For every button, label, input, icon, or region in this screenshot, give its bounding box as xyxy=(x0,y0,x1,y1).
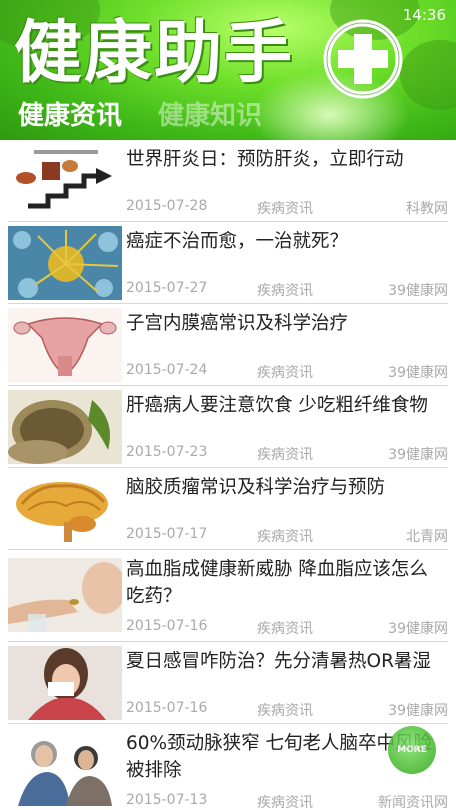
tab-health-news[interactable]: 健康资讯 xyxy=(18,96,122,136)
news-item[interactable]: 夏日感冒咋防治？先分清暑热OR暑湿 2015-07-16 疾病资讯 39健康网 xyxy=(0,642,456,724)
tab-health-knowledge[interactable]: 健康知识 xyxy=(158,96,262,136)
news-category: 疾病资讯 xyxy=(257,703,313,719)
news-date: 2015-07-16 xyxy=(126,618,208,634)
news-category: 疾病资讯 xyxy=(257,795,313,810)
news-thumbnail xyxy=(8,144,122,218)
news-item[interactable]: 肝癌病人要注意饮食 少吃粗纤维食物 2015-07-23 疾病资讯 39健康网 xyxy=(0,386,456,468)
news-category: 疾病资讯 xyxy=(257,201,313,217)
news-title: 脑胶质瘤常识及科学治疗与预防 xyxy=(126,477,386,498)
news-source: 39健康网 xyxy=(388,283,448,299)
status-time: 14:36 xyxy=(402,6,446,24)
news-category: 疾病资讯 xyxy=(257,529,313,545)
tab-bar: 健康资讯 健康知识 xyxy=(0,96,456,140)
news-title: 世界肝炎日：预防肝炎，立即行动 xyxy=(126,149,404,170)
news-source: 39健康网 xyxy=(388,365,448,381)
news-meta: 2015-07-16 疾病资讯 39健康网 xyxy=(126,618,448,638)
news-title: 癌症不治而愈，一治就死？ xyxy=(126,231,349,252)
news-date: 2015-07-27 xyxy=(126,280,208,296)
news-source: 39健康网 xyxy=(388,703,448,719)
news-title: 肝癌病人要注意饮食 少吃粗纤维食物 xyxy=(126,395,428,416)
news-meta: 2015-07-28 疾病资讯 科教网 xyxy=(126,198,448,218)
news-thumbnail xyxy=(8,472,122,546)
news-item[interactable]: 世界肝炎日：预防肝炎，立即行动 2015-07-28 疾病资讯 科教网 xyxy=(0,140,456,222)
news-item[interactable]: 脑胶质瘤常识及科学治疗与预防 2015-07-17 疾病资讯 北青网 xyxy=(0,468,456,550)
news-category: 疾病资讯 xyxy=(257,621,313,637)
news-thumbnail xyxy=(8,390,122,464)
news-category: 疾病资讯 xyxy=(257,283,313,299)
news-meta: 2015-07-27 疾病资讯 39健康网 xyxy=(126,280,448,300)
news-thumbnail xyxy=(8,558,122,632)
news-source: 39健康网 xyxy=(388,447,448,463)
news-source: 39健康网 xyxy=(388,621,448,637)
news-category: 疾病资讯 xyxy=(257,447,313,463)
news-meta: 2015-07-13 疾病资讯 新闻资讯网 xyxy=(126,792,448,810)
news-date: 2015-07-28 xyxy=(126,198,208,214)
news-item[interactable]: 子宫内膜癌常识及科学治疗 2015-07-24 疾病资讯 39健康网 xyxy=(0,304,456,386)
news-source: 北青网 xyxy=(406,529,448,545)
news-title: 子宫内膜癌常识及科学治疗 xyxy=(126,313,349,334)
news-thumbnail xyxy=(8,226,122,300)
news-source: 科教网 xyxy=(406,201,448,217)
news-title: 高血脂成健康新威胁 降血脂应该怎么吃药？ xyxy=(126,559,428,607)
news-item[interactable]: 癌症不治而愈，一治就死？ 2015-07-27 疾病资讯 39健康网 xyxy=(0,222,456,304)
news-date: 2015-07-23 xyxy=(126,444,208,460)
app-title: 健康助手 xyxy=(14,14,295,93)
news-thumbnail xyxy=(8,732,122,806)
news-source: 新闻资讯网 xyxy=(378,795,448,810)
news-thumbnail xyxy=(8,308,122,382)
news-title: 夏日感冒咋防治？先分清暑热OR暑湿 xyxy=(126,651,431,672)
more-button[interactable]: MORE xyxy=(388,726,436,774)
medical-plus-icon xyxy=(323,19,403,99)
news-category: 疾病资讯 xyxy=(257,365,313,381)
news-meta: 2015-07-17 疾病资讯 北青网 xyxy=(126,526,448,546)
news-item[interactable]: 高血脂成健康新威胁 降血脂应该怎么吃药？ 2015-07-16 疾病资讯 39健… xyxy=(0,550,456,642)
news-date: 2015-07-17 xyxy=(126,526,208,542)
news-meta: 2015-07-24 疾病资讯 39健康网 xyxy=(126,362,448,382)
app-header: 14:36 健康助手 健康资讯 健康知识 xyxy=(0,0,456,140)
news-date: 2015-07-16 xyxy=(126,700,208,716)
news-meta: 2015-07-16 疾病资讯 39健康网 xyxy=(126,700,448,720)
news-thumbnail xyxy=(8,646,122,720)
news-date: 2015-07-24 xyxy=(126,362,208,378)
news-meta: 2015-07-23 疾病资讯 39健康网 xyxy=(126,444,448,464)
news-date: 2015-07-13 xyxy=(126,792,208,808)
news-item[interactable]: 60%颈动脉狭窄 七旬老人脑卒中风险被排除 2015-07-13 疾病资讯 新闻… xyxy=(0,724,456,810)
